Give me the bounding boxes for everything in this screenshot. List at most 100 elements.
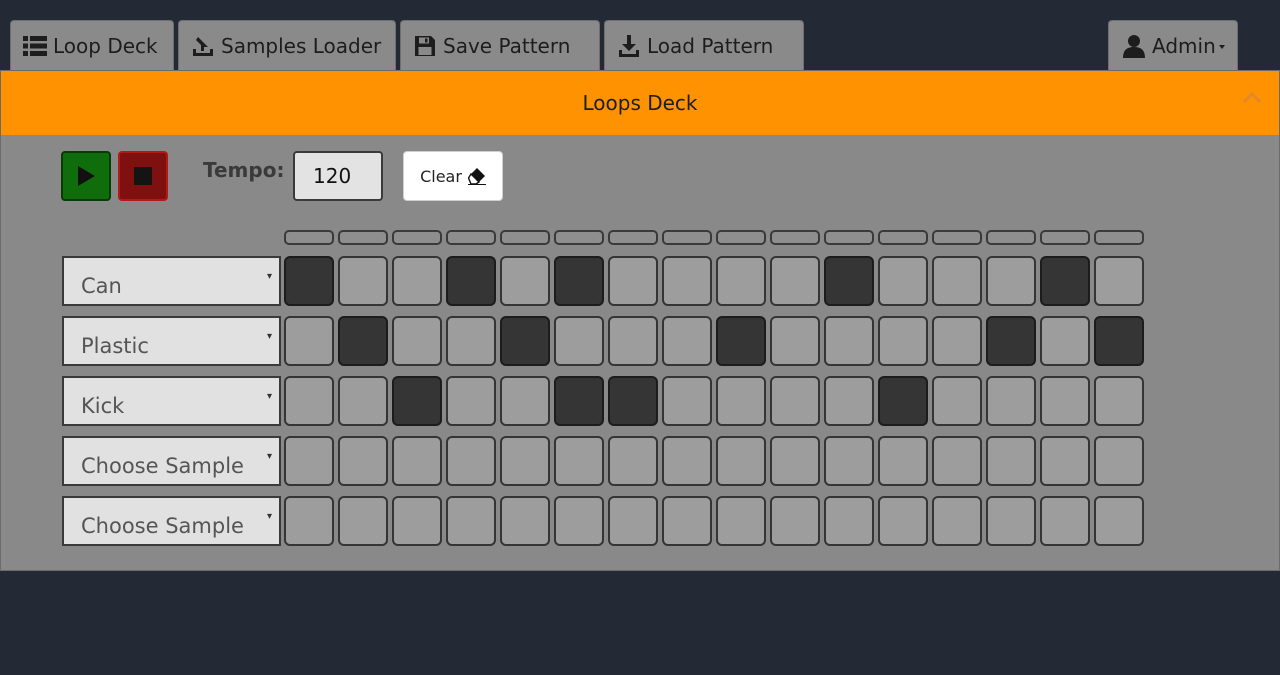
step-cell[interactable] — [284, 376, 334, 426]
step-cell[interactable] — [878, 496, 928, 546]
step-cell[interactable] — [392, 436, 442, 486]
step-cell[interactable] — [716, 256, 766, 306]
tab-save-pattern[interactable]: Save Pattern — [400, 20, 600, 70]
step-cell[interactable] — [500, 256, 550, 306]
step-cell[interactable] — [770, 316, 820, 366]
tab-samples-loader[interactable]: Samples Loader — [178, 20, 396, 70]
step-cell[interactable] — [284, 436, 334, 486]
step-cell[interactable] — [500, 376, 550, 426]
step-cell[interactable] — [662, 316, 712, 366]
step-cell[interactable] — [608, 496, 658, 546]
step-cell[interactable] — [770, 496, 820, 546]
step-cell[interactable] — [662, 496, 712, 546]
step-cell[interactable] — [284, 316, 334, 366]
step-cell[interactable] — [554, 436, 604, 486]
step-cell[interactable] — [446, 436, 496, 486]
step-cell[interactable] — [932, 256, 982, 306]
step-cell[interactable] — [824, 316, 874, 366]
sample-select[interactable]: Plastic ▾ — [62, 316, 281, 366]
step-cell[interactable] — [770, 376, 820, 426]
eraser-icon — [467, 167, 486, 185]
step-cell[interactable] — [554, 496, 604, 546]
step-cell[interactable] — [1040, 256, 1090, 306]
step-cell[interactable] — [1094, 496, 1144, 546]
step-cell[interactable] — [878, 436, 928, 486]
step-cell[interactable] — [284, 496, 334, 546]
sample-select-label: Plastic — [81, 334, 149, 358]
step-cell[interactable] — [392, 496, 442, 546]
tempo-input[interactable] — [293, 151, 383, 201]
step-cell[interactable] — [662, 256, 712, 306]
step-cell[interactable] — [824, 376, 874, 426]
step-cell[interactable] — [824, 496, 874, 546]
step-cell[interactable] — [554, 376, 604, 426]
step-cell[interactable] — [1040, 496, 1090, 546]
step-cell[interactable] — [1040, 316, 1090, 366]
step-cell[interactable] — [500, 496, 550, 546]
step-cell[interactable] — [608, 376, 658, 426]
sample-select[interactable]: Choose Sample ▾ — [62, 496, 281, 546]
step-cell[interactable] — [662, 376, 712, 426]
step-cell[interactable] — [1040, 436, 1090, 486]
step-cell[interactable] — [446, 376, 496, 426]
step-cell[interactable] — [338, 496, 388, 546]
sample-select[interactable]: Kick ▾ — [62, 376, 281, 426]
step-cell[interactable] — [824, 436, 874, 486]
step-cell[interactable] — [716, 376, 766, 426]
step-cell[interactable] — [878, 316, 928, 366]
step-cell[interactable] — [716, 496, 766, 546]
collapse-button[interactable] — [1241, 87, 1263, 107]
step-cell[interactable] — [1094, 376, 1144, 426]
user-menu[interactable]: Admin — [1108, 20, 1238, 70]
step-cell[interactable] — [1040, 376, 1090, 426]
step-cell[interactable] — [824, 256, 874, 306]
step-cell[interactable] — [1094, 436, 1144, 486]
step-cell[interactable] — [986, 496, 1036, 546]
step-cell[interactable] — [662, 436, 712, 486]
step-cell[interactable] — [716, 436, 766, 486]
sample-select[interactable]: Can ▾ — [62, 256, 281, 306]
clear-button[interactable]: Clear — [403, 151, 503, 201]
step-cell[interactable] — [932, 376, 982, 426]
step-cell[interactable] — [986, 436, 1036, 486]
step-cell[interactable] — [986, 376, 1036, 426]
step-cell[interactable] — [554, 316, 604, 366]
step-cell[interactable] — [338, 376, 388, 426]
step-cell[interactable] — [338, 256, 388, 306]
step-cell[interactable] — [446, 316, 496, 366]
step-cell[interactable] — [986, 316, 1036, 366]
step-indicator — [608, 230, 658, 245]
step-cell[interactable] — [392, 376, 442, 426]
chevron-down-icon: ▾ — [266, 331, 272, 342]
tab-loop-deck[interactable]: Loop Deck — [10, 20, 174, 70]
step-cell[interactable] — [878, 376, 928, 426]
step-cell[interactable] — [608, 436, 658, 486]
step-cell[interactable] — [446, 496, 496, 546]
step-cell[interactable] — [338, 436, 388, 486]
step-cell[interactable] — [716, 316, 766, 366]
stop-button[interactable] — [118, 151, 168, 201]
step-cell[interactable] — [446, 256, 496, 306]
step-cell[interactable] — [608, 256, 658, 306]
step-cell[interactable] — [392, 316, 442, 366]
sample-select[interactable]: Choose Sample ▾ — [62, 436, 281, 486]
step-cell[interactable] — [878, 256, 928, 306]
tab-load-pattern[interactable]: Load Pattern — [604, 20, 804, 70]
step-cell[interactable] — [554, 256, 604, 306]
step-cell[interactable] — [932, 316, 982, 366]
step-cell[interactable] — [338, 316, 388, 366]
play-button[interactable] — [61, 151, 111, 201]
step-cell[interactable] — [932, 496, 982, 546]
step-cell[interactable] — [500, 316, 550, 366]
tab-label: Samples Loader — [221, 33, 382, 58]
step-cell[interactable] — [770, 436, 820, 486]
step-cell[interactable] — [986, 256, 1036, 306]
step-cell[interactable] — [932, 436, 982, 486]
step-cell[interactable] — [1094, 316, 1144, 366]
step-cell[interactable] — [770, 256, 820, 306]
step-cell[interactable] — [1094, 256, 1144, 306]
step-cell[interactable] — [284, 256, 334, 306]
step-cell[interactable] — [500, 436, 550, 486]
step-cell[interactable] — [392, 256, 442, 306]
step-cell[interactable] — [608, 316, 658, 366]
